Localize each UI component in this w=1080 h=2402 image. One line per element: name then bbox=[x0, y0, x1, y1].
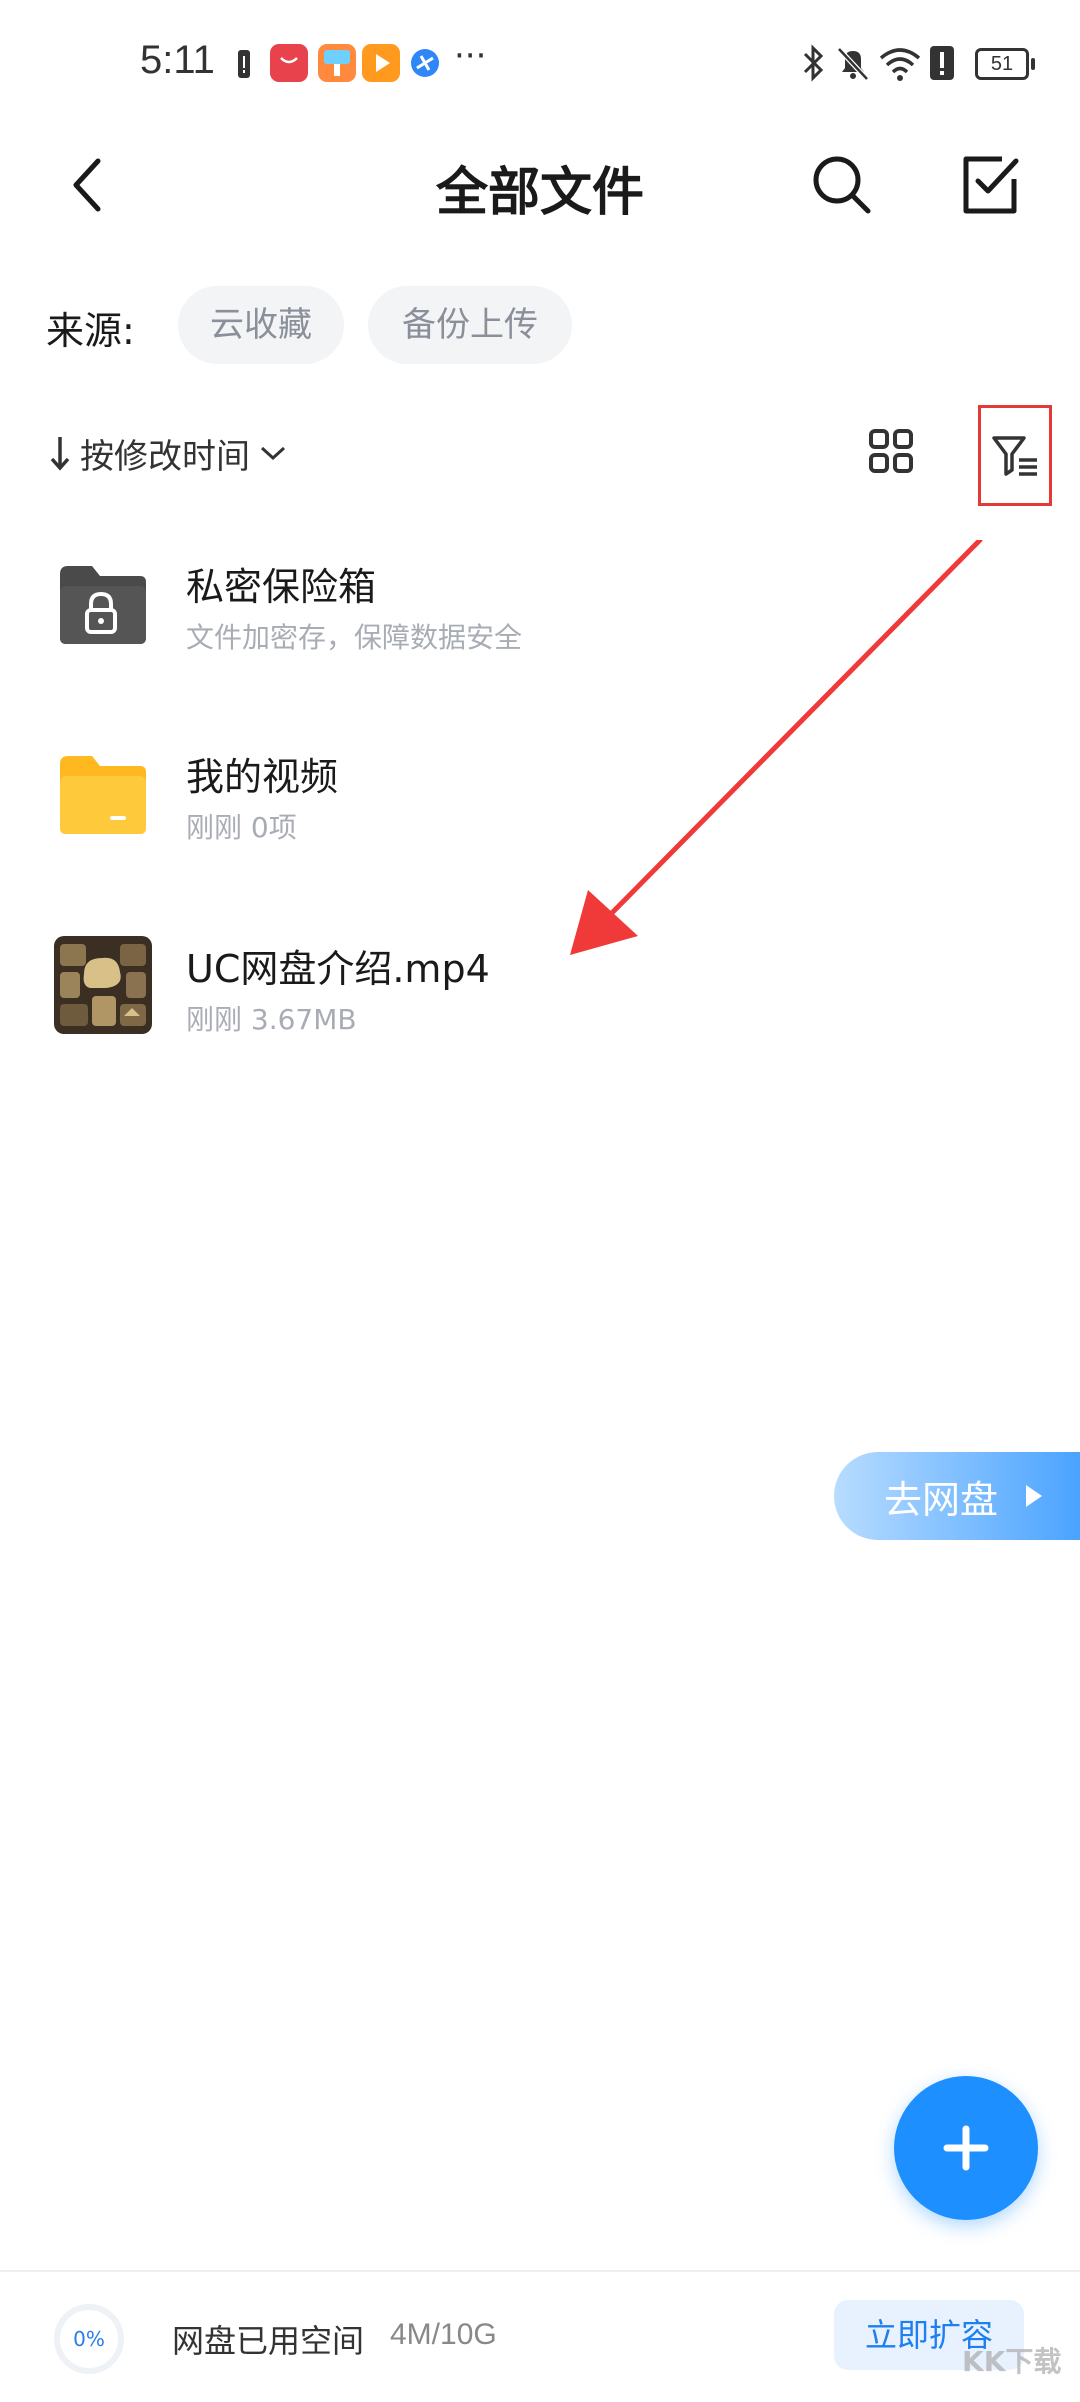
storage-value: 4M/10G bbox=[390, 2318, 497, 2351]
filter-icon bbox=[992, 435, 1037, 476]
watermark-logo: KK下载 bbox=[962, 2345, 1062, 2378]
video-app-icon bbox=[362, 44, 400, 86]
plus-icon bbox=[943, 2125, 989, 2171]
go-to-netdisk-button[interactable]: 去网盘 bbox=[834, 1452, 1080, 1540]
file-name: 私密保险箱 bbox=[186, 565, 377, 609]
alert-icon bbox=[928, 44, 956, 86]
mute-bell-icon bbox=[834, 44, 872, 86]
wifi-icon bbox=[878, 44, 922, 86]
browser-icon bbox=[408, 46, 442, 84]
storage-usage-ring: 0% bbox=[54, 2304, 124, 2374]
folder-icon bbox=[54, 752, 148, 840]
video-thumbnail bbox=[54, 936, 152, 1038]
add-button[interactable] bbox=[894, 2076, 1038, 2220]
select-button[interactable] bbox=[950, 145, 1030, 225]
play-arrow-icon bbox=[1026, 1485, 1043, 1507]
go-pan-label: 去网盘 bbox=[884, 1477, 999, 1522]
grid-view-button[interactable] bbox=[868, 428, 914, 478]
file-name: UC网盘介绍.mp4 bbox=[186, 947, 490, 991]
storage-bar: 0% 网盘已用空间 4M/10G 立即扩容 bbox=[0, 2270, 1080, 2402]
checkbox-edit-icon bbox=[963, 156, 1019, 214]
page-title: 全部文件 bbox=[435, 163, 644, 223]
annotation-arrow bbox=[570, 540, 983, 955]
search-icon bbox=[813, 156, 871, 214]
filter-button[interactable] bbox=[978, 405, 1052, 506]
source-label: 来源: bbox=[46, 309, 135, 353]
chevron-down-icon bbox=[260, 446, 286, 461]
file-meta: 刚刚 3.67MB bbox=[186, 1003, 357, 1036]
storage-label: 网盘已用空间 bbox=[172, 2322, 365, 2360]
arrow-down-icon bbox=[50, 437, 70, 471]
chip-backup-upload[interactable]: 备份上传 bbox=[368, 286, 572, 364]
bluetooth-icon bbox=[800, 44, 826, 86]
battery-indicator: 51 bbox=[975, 48, 1035, 80]
file-meta: 刚刚 0项 bbox=[186, 811, 297, 844]
lock-folder-icon bbox=[54, 562, 148, 650]
huawei-store-icon bbox=[270, 44, 308, 86]
file-name: 我的视频 bbox=[186, 755, 339, 799]
sort-control[interactable]: 按修改时间 bbox=[48, 428, 288, 478]
chip-cloud-favorites[interactable]: 云收藏 bbox=[178, 286, 344, 364]
app-colorful-icon bbox=[318, 44, 356, 86]
sort-label: 按修改时间 bbox=[80, 436, 250, 477]
list-item[interactable]: UC网盘介绍.mp4 刚刚 3.67MB bbox=[0, 936, 1080, 1108]
more-notifications-icon: ··· bbox=[454, 36, 487, 76]
battery-alert-icon bbox=[236, 48, 252, 84]
status-time: 5:11 bbox=[140, 38, 215, 82]
file-meta: 文件加密存，保障数据安全 bbox=[186, 621, 523, 654]
search-button[interactable] bbox=[802, 145, 882, 225]
grid-icon bbox=[869, 429, 913, 473]
